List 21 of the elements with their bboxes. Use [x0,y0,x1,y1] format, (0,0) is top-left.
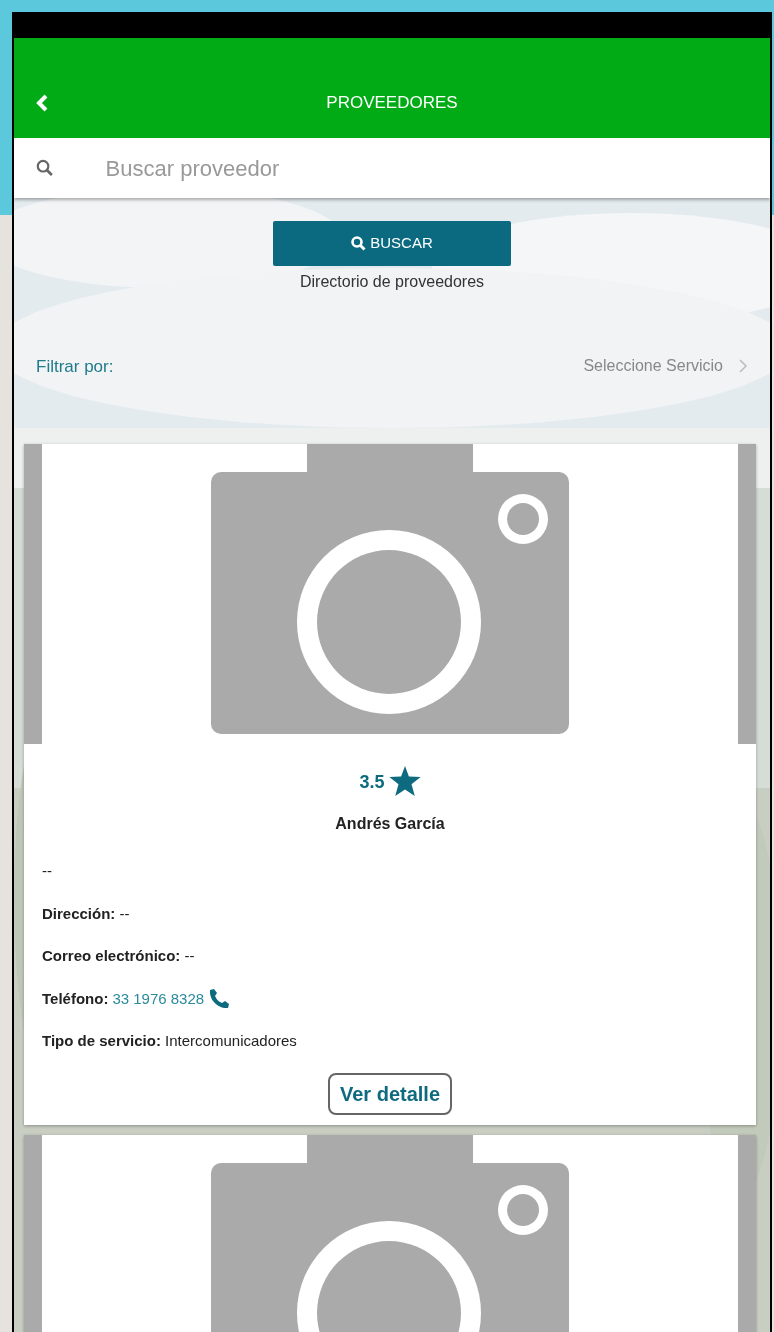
phone-icon[interactable] [208,987,231,1010]
search-field[interactable]: Buscar proveedor [14,138,770,198]
service-selector[interactable]: Seleccione Servicio [583,354,748,378]
field-text: Dirección: -- [42,904,130,922]
phone-link[interactable]: 33 1976 8328 [112,987,205,1010]
filter-label: Filtrar por: [36,356,114,378]
back-icon[interactable] [36,94,48,112]
search-icon [351,236,367,251]
field-text: Tipo de servicio: Intercomunicadores [42,1032,297,1049]
field-label: Teléfono: [42,988,109,1009]
star-icon [388,766,421,796]
search-icon [36,158,54,178]
detail-button[interactable]: Ver detalle [327,1072,453,1115]
provider-name: Andrés García [334,814,446,834]
rating-value: 3.5 [359,771,385,794]
page-title: PROVEEDORES [326,92,458,115]
field-text: Correo electrónico: -- [42,947,195,964]
search-button[interactable]: BUSCAR [273,221,511,266]
description-text: -- [42,862,52,879]
subtitle: Directorio de proveedores [299,272,485,292]
chevron-icon [739,359,748,373]
